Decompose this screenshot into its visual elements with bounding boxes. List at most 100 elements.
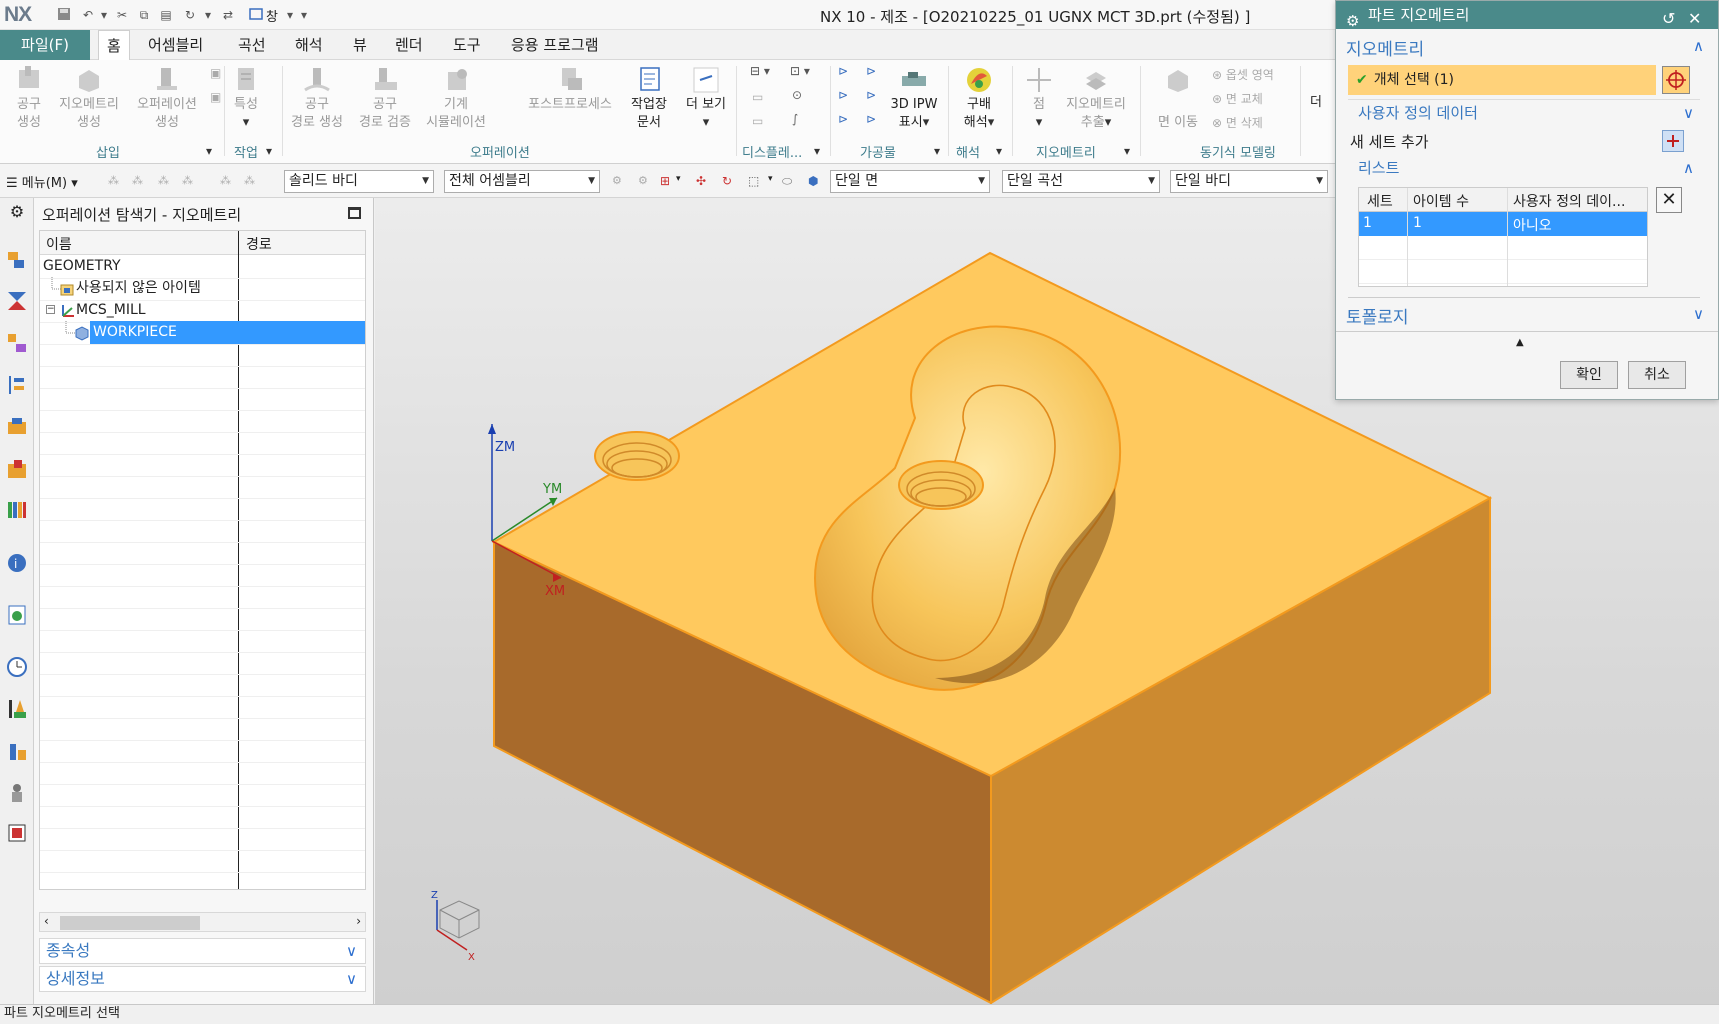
view-triad[interactable] — [436, 900, 480, 951]
workpiece-icon-3[interactable]: ⊳ — [838, 88, 848, 102]
snap-icon-3[interactable]: ⊞ — [660, 174, 674, 188]
user-defined-data-header[interactable]: 사용자 정의 데이터 ∨ — [1358, 102, 1698, 123]
assembly-navigator-icon[interactable] — [6, 290, 28, 312]
topology-section-header[interactable]: 토폴로지 ∨ — [1346, 303, 1708, 328]
reuse-library-icon[interactable] — [6, 498, 28, 520]
draft-analysis-button[interactable]: 구배 해석▾ — [954, 64, 1004, 132]
column-header-path[interactable]: 경로 — [246, 234, 272, 254]
tree-row-workpiece[interactable]: WORKPIECE — [40, 321, 365, 345]
undo-icon[interactable]: ↶ — [80, 7, 96, 23]
postprocess-button[interactable]: 포스트프로세스 — [520, 64, 620, 114]
history-icon[interactable] — [6, 604, 28, 626]
tree-row-mcs-mill[interactable]: − MCS_MILL — [40, 299, 365, 323]
workpiece-icon-6[interactable]: ⊳ — [866, 112, 876, 126]
operation-navigator-icon[interactable] — [6, 374, 28, 396]
filter-icon-6[interactable]: ⁂ — [244, 174, 258, 188]
display-icon-4[interactable]: ⊙ — [792, 88, 802, 102]
more-button[interactable]: 더 보기 ▾ — [680, 64, 732, 132]
scrollbar-thumb[interactable] — [60, 916, 200, 930]
select-object-row[interactable]: ✔ 개체 선택 (1) — [1348, 65, 1656, 95]
list-column-item-count[interactable]: 아이템 수 — [1413, 191, 1505, 211]
tab-assembly[interactable]: 어셈블리 — [140, 30, 211, 60]
column-header-name[interactable]: 이름 — [46, 234, 72, 254]
navigator-tree[interactable]: 이름 경로 GEOMETRY 사용되지 않은 아이템 − MCS_MILL WO… — [39, 230, 366, 890]
threaded-hole-left[interactable] — [594, 431, 680, 481]
type-filter-select[interactable]: 솔리드 바디 ▼ — [284, 170, 434, 193]
repeat-dropdown-icon[interactable]: ▾ — [200, 7, 216, 23]
delete-face-item[interactable]: ⊗ 면 삭제 — [1212, 114, 1263, 131]
tree-row-unused-items[interactable]: 사용되지 않은 아이템 — [40, 277, 365, 301]
group-insert-dropdown-icon[interactable]: ▾ — [206, 144, 212, 158]
close-icon[interactable]: ✕ — [1688, 5, 1701, 33]
dialog-title-bar[interactable]: ⚙ 파트 지오메트리 ↺ ✕ — [1336, 1, 1718, 30]
display-icon-3[interactable]: ▭ — [752, 90, 763, 104]
cancel-button[interactable]: 취소 — [1628, 361, 1686, 389]
cut-icon[interactable]: ✂ — [114, 7, 130, 23]
customize-qa-icon[interactable]: ▾ — [296, 7, 312, 23]
properties-button[interactable]: 특성 ▾ — [228, 64, 264, 132]
tab-render[interactable]: 렌더 — [387, 30, 431, 60]
rectangle-select-icon[interactable]: ⬚ — [748, 174, 762, 188]
shop-documentation-button[interactable]: 작업장 문서 — [624, 64, 674, 132]
snap-icon-2[interactable]: ⚙ — [638, 174, 652, 188]
machine-tool-navigator-icon[interactable] — [6, 416, 28, 438]
machine-simulation-button[interactable]: 기계 시뮬레이션 — [420, 64, 492, 132]
web-browser-icon[interactable]: i — [6, 552, 28, 574]
list-row[interactable]: 1 1 아니오 — [1359, 212, 1647, 236]
generate-toolpath-button[interactable]: 공구 경로 생성 — [286, 64, 348, 132]
tab-view[interactable]: 뷰 — [345, 30, 375, 60]
offset-region-item[interactable]: ⊛ 옵셋 영역 — [1212, 66, 1274, 83]
workpiece-icon-4[interactable]: ⊳ — [866, 88, 876, 102]
collapse-icon[interactable]: − — [46, 305, 55, 314]
scroll-right-icon[interactable]: › — [356, 914, 361, 928]
rectangle-dropdown-icon[interactable]: ▾ — [768, 174, 782, 188]
replace-face-item[interactable]: ⊛ 면 교체 — [1212, 90, 1263, 107]
file-tab[interactable]: 파일(F) — [0, 30, 90, 60]
horizontal-scrollbar[interactable]: ‹ › — [39, 912, 366, 932]
constraint-navigator-icon[interactable] — [6, 332, 28, 354]
resource-settings-icon[interactable]: ⚙ — [6, 202, 28, 224]
system-scenes-icon[interactable] — [6, 782, 28, 804]
curve-rule-select[interactable]: 단일 곡선 ▼ — [1002, 170, 1160, 193]
tab-analysis[interactable]: 해석 — [287, 30, 331, 60]
collapse-dialog-icon[interactable]: ▲ — [1516, 337, 1524, 348]
group-work-dropdown-icon[interactable]: ▾ — [266, 144, 272, 158]
display-icon-2[interactable]: ⊡ ▾ — [790, 64, 810, 78]
process-studio-icon[interactable] — [6, 698, 28, 720]
menu-button[interactable]: ☰ 메뉴(M) ▾ — [6, 172, 78, 191]
add-new-set-button[interactable] — [1662, 130, 1684, 152]
geometry-section-header[interactable]: 지오메트리 ∧ — [1346, 35, 1708, 60]
delete-set-button[interactable]: ✕ — [1656, 187, 1682, 213]
part-navigator-icon[interactable] — [6, 248, 28, 270]
dependencies-section[interactable]: 종속성 ∨ — [39, 938, 366, 964]
filter-icon-5[interactable]: ⁂ — [220, 174, 234, 188]
insert-extra-icon-2[interactable]: ▣ — [210, 90, 221, 104]
window-icon[interactable] — [248, 7, 264, 23]
filter-icon-4[interactable]: ⁂ — [182, 174, 196, 188]
undo-dropdown-icon[interactable]: ▾ — [96, 7, 112, 23]
repeat-command-icon[interactable]: ↻ — [182, 7, 198, 23]
threaded-hole-pocket[interactable] — [898, 460, 984, 510]
body-rule-select[interactable]: 단일 바디 ▼ — [1170, 170, 1328, 193]
maximize-icon[interactable] — [348, 207, 361, 219]
group-analysis-dropdown-icon[interactable]: ▾ — [996, 144, 1002, 158]
list-column-set[interactable]: 세트 — [1367, 191, 1407, 211]
touch-mode-icon[interactable]: ⇄ — [220, 7, 236, 23]
tab-curve[interactable]: 곡선 — [230, 30, 274, 60]
snap-dropdown-icon[interactable]: ▾ — [676, 174, 690, 188]
snap-icon-4[interactable]: ✣ — [696, 174, 710, 188]
select-object-button[interactable] — [1662, 66, 1690, 94]
save-icon[interactable] — [56, 7, 72, 23]
create-operation-button[interactable]: 오퍼레이션 생성 — [130, 64, 204, 132]
ok-button[interactable]: 확인 — [1560, 361, 1618, 389]
machining-feature-navigator-icon[interactable] — [6, 458, 28, 480]
point-button[interactable]: 점 ▾ — [1018, 64, 1060, 132]
workpiece-icon-5[interactable]: ⊳ — [838, 112, 848, 126]
gear-icon[interactable]: ⚙ — [1346, 7, 1359, 35]
scope-filter-select[interactable]: 전체 어셈블리 ▼ — [444, 170, 600, 193]
tab-home[interactable]: 홈 — [98, 30, 130, 60]
clock-icon[interactable] — [6, 656, 28, 678]
display-icon-6[interactable]: ∫ — [792, 112, 798, 126]
system-materials-icon[interactable] — [6, 822, 28, 844]
reset-icon[interactable]: ↺ — [1662, 5, 1675, 33]
